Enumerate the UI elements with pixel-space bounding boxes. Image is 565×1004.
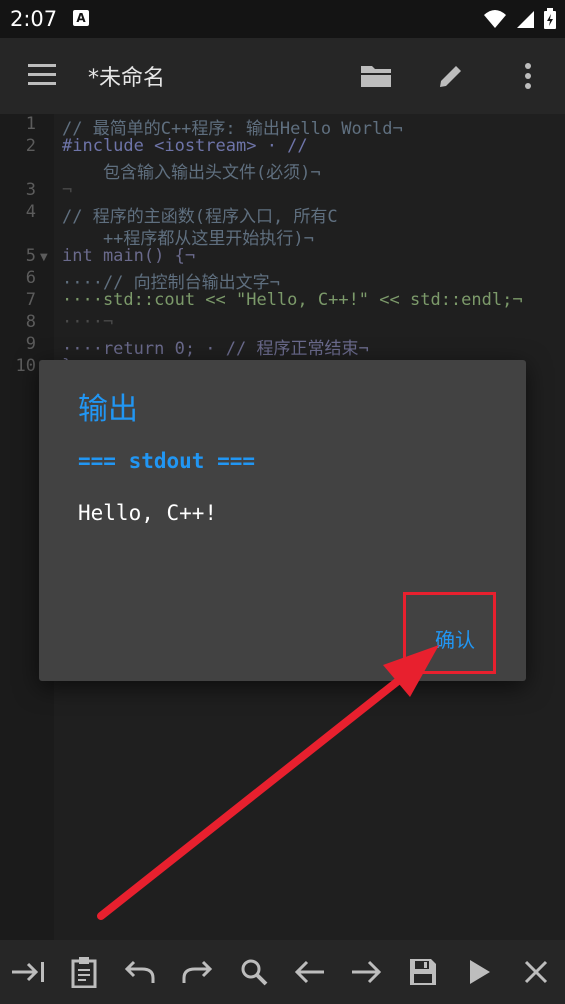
code-line: #include <iostream> · // xyxy=(62,136,308,156)
search-icon[interactable] xyxy=(234,952,274,992)
edit-icon[interactable] xyxy=(431,56,471,96)
line-number: 8 xyxy=(25,312,36,332)
code-line: ····return 0; · // 程序正常结束¬ xyxy=(62,339,369,359)
menu-icon[interactable] xyxy=(22,60,60,92)
redo-icon[interactable] xyxy=(177,952,217,992)
code-line: int main() {¬ xyxy=(62,246,196,266)
arrow-left-icon[interactable] xyxy=(290,952,330,992)
notification-icon: A xyxy=(73,10,89,26)
status-bar: 2:07 A xyxy=(0,0,565,38)
dialog-title: 输出 xyxy=(78,392,138,427)
more-vert-icon[interactable] xyxy=(508,56,548,96)
line-number: 9 xyxy=(25,334,36,354)
wifi-icon xyxy=(484,10,506,28)
run-icon[interactable] xyxy=(460,952,500,992)
fold-icon[interactable]: ▼ xyxy=(40,252,48,263)
bottom-toolbar xyxy=(0,940,565,1004)
close-icon[interactable] xyxy=(516,952,556,992)
line-number: 10 xyxy=(15,356,36,376)
line-number: 7 xyxy=(25,290,36,310)
code-line: 包含输入输出头文件(必须)¬ xyxy=(62,163,321,183)
code-line: ····¬ xyxy=(62,312,114,332)
save-icon[interactable] xyxy=(403,952,443,992)
line-number: 1 xyxy=(25,114,36,134)
line-number: 5 xyxy=(25,246,36,266)
app-bar: *未命名 xyxy=(0,38,565,114)
line-number: 3 xyxy=(25,180,36,200)
line-number: 4 xyxy=(25,202,36,222)
signal-icon xyxy=(517,11,534,28)
stdout-header: === stdout === xyxy=(78,449,256,473)
system-icons xyxy=(483,8,557,30)
clipboard-icon[interactable] xyxy=(64,952,104,992)
folder-icon[interactable] xyxy=(356,56,396,96)
page-title: *未命名 xyxy=(88,66,166,91)
undo-icon[interactable] xyxy=(120,952,160,992)
tab-icon[interactable] xyxy=(8,952,48,992)
program-output: Hello, C++! xyxy=(78,501,218,525)
line-number: 6 xyxy=(25,268,36,288)
status-time: 2:07 xyxy=(10,7,58,31)
arrow-right-icon[interactable] xyxy=(346,952,386,992)
battery-icon xyxy=(544,8,556,29)
line-number: 2 xyxy=(25,136,36,156)
annotation-highlight-box xyxy=(403,592,496,674)
code-line: ····std::cout << "Hello, C++!" << std::e… xyxy=(62,290,523,310)
code-line: ¬ xyxy=(62,180,73,200)
